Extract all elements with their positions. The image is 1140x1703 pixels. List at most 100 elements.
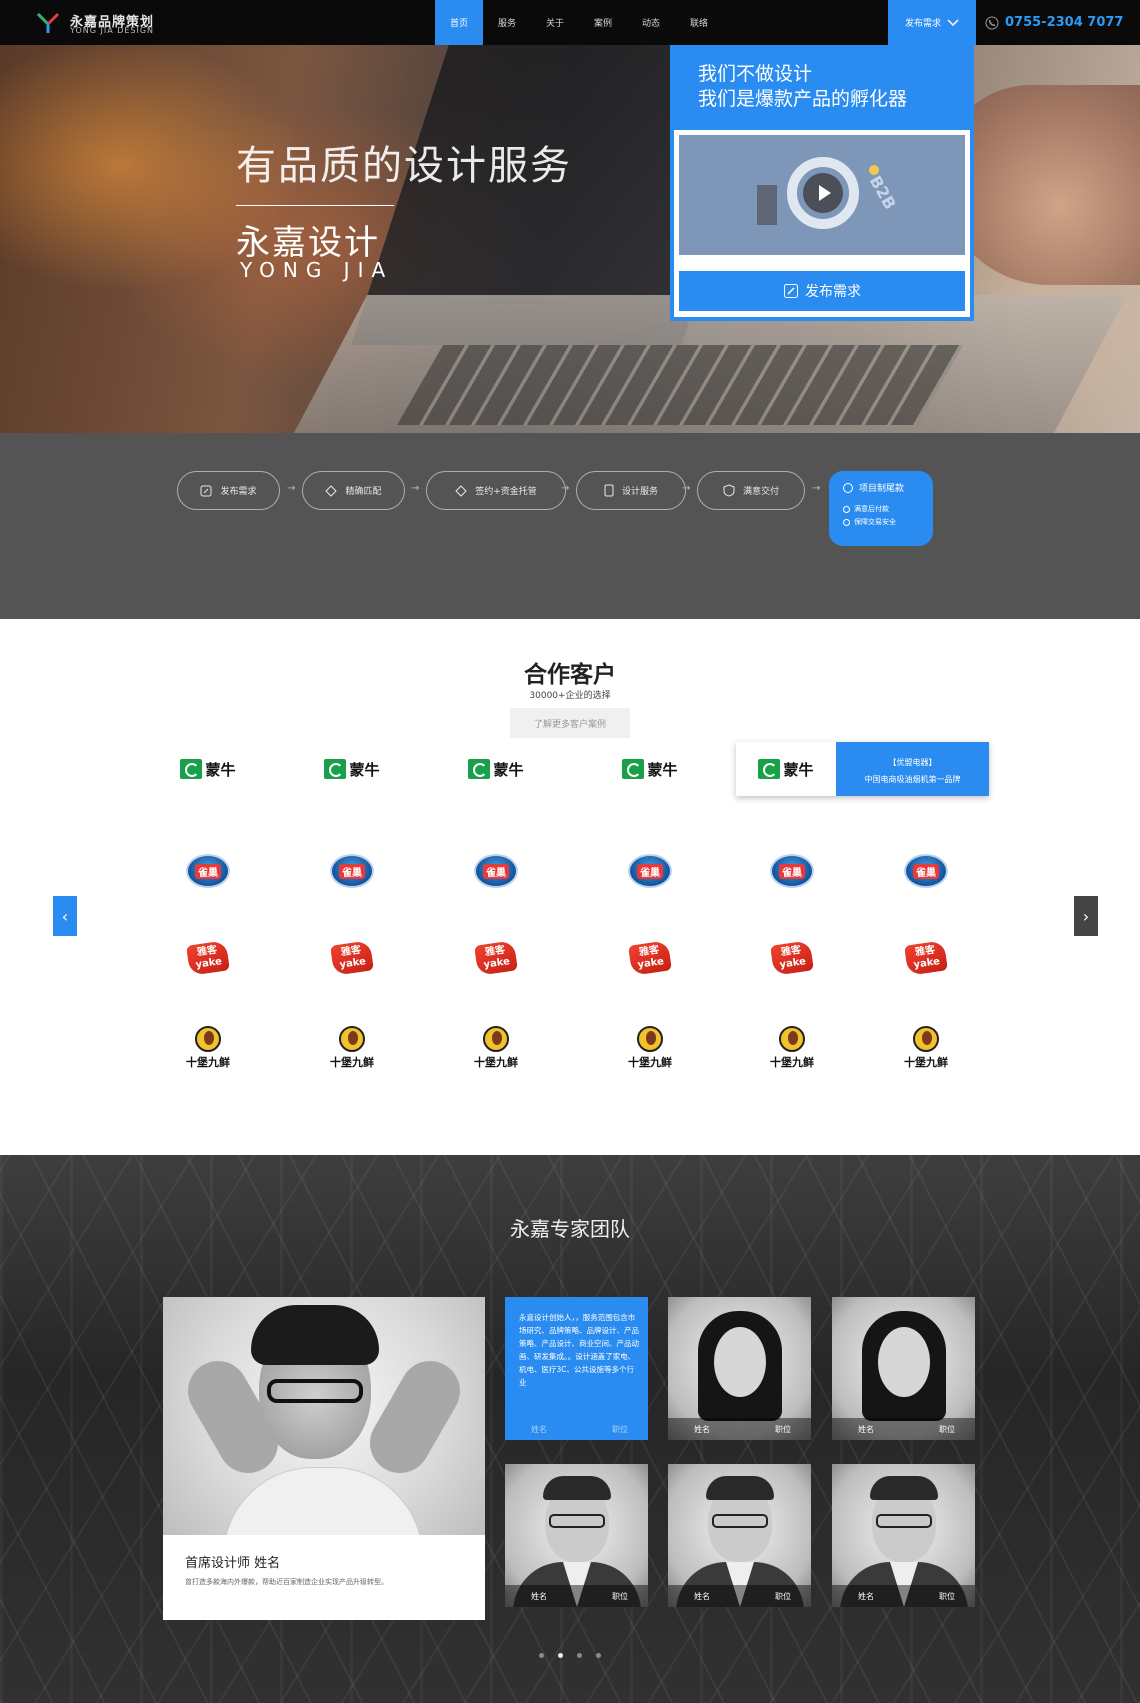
process-step-deliver[interactable]: 满意交付 xyxy=(697,471,805,510)
pagination-dot[interactable] xyxy=(577,1653,582,1658)
team-section: 永嘉专家团队 首席设计师 姓名 曾打造多款海内外爆款，帮助近百家制造企业实现产品… xyxy=(0,1155,1140,1703)
yake-text-latin: yake xyxy=(912,956,941,971)
arrow-right-icon: → xyxy=(682,483,691,494)
nav-item-services[interactable]: 服务 xyxy=(483,0,531,45)
pagination-dot[interactable] xyxy=(539,1653,544,1658)
photo-shape xyxy=(359,1350,471,1484)
sbj-logo[interactable]: 十堡九鲜 xyxy=(866,1023,986,1073)
sbj-logo[interactable]: 十堡九鲜 xyxy=(292,1023,412,1073)
clients-title: 合作客户 xyxy=(524,662,616,688)
nestle-logo[interactable]: 雀巢 xyxy=(590,846,710,896)
phone-contact[interactable]: 0755-2304 7077 xyxy=(982,0,1140,45)
photo-shape xyxy=(712,1514,768,1528)
yake-logo[interactable]: 雅客 yake xyxy=(148,933,268,983)
process-step-design[interactable]: 设计服务 xyxy=(576,471,686,510)
yake-badge: 雅客 yake xyxy=(186,940,230,976)
pagination-dot[interactable] xyxy=(558,1653,563,1658)
team-member-card[interactable]: 姓名 职位 xyxy=(832,1297,975,1440)
phone-icon xyxy=(604,484,614,497)
nestle-text: 雀巢 xyxy=(637,863,663,879)
yake-logo[interactable]: 雅客 yake xyxy=(732,933,852,983)
member-role: 职位 xyxy=(612,1591,628,1601)
process-step-publish[interactable]: 发布需求 xyxy=(177,471,280,510)
mengniu-logo[interactable]: 蒙牛 xyxy=(590,744,710,794)
sbj-text: 十堡九鲜 xyxy=(474,1056,518,1069)
photo-shape xyxy=(549,1514,605,1528)
nav-item-cases[interactable]: 案例 xyxy=(579,0,627,45)
nestle-logo[interactable]: 雀巢 xyxy=(732,846,852,896)
promo-line-2: 我们是爆款产品的孵化器 xyxy=(698,88,908,110)
mengniu-logo[interactable]: 蒙牛 xyxy=(436,744,556,794)
team-member-card[interactable]: 姓名 职位 xyxy=(832,1464,975,1607)
sbj-logo[interactable]: 十堡九鲜 xyxy=(436,1023,556,1073)
logo[interactable]: 永嘉品牌策划 YONG JIA DESIGN xyxy=(36,10,176,36)
nestle-logo[interactable]: 雀巢 xyxy=(148,846,268,896)
nav-item-contact[interactable]: 联络 xyxy=(675,0,723,45)
illustration-block xyxy=(757,185,777,225)
process-step-match[interactable]: 精确匹配 xyxy=(302,471,405,510)
nestle-badge: 雀巢 xyxy=(186,854,230,888)
yake-logo[interactable]: 雅客 yake xyxy=(866,933,986,983)
clients-prev-button[interactable]: ‹ xyxy=(53,896,77,936)
more-clients-button[interactable]: 了解更多客户案例 xyxy=(510,708,630,738)
team-member-card[interactable]: 永嘉设计创始人，，服务范围包含市场研究、品牌策略、品牌设计、产品策略、产品设计、… xyxy=(505,1297,648,1440)
yake-logo[interactable]: 雅客 yake xyxy=(292,933,412,983)
member-caption: 姓名 职位 xyxy=(505,1585,648,1607)
team-member-card[interactable]: 姓名 职位 xyxy=(668,1464,811,1607)
mascot-icon xyxy=(913,1026,939,1052)
client-hover-card[interactable]: 蒙牛 【优盟电器】 中国电商吸油烟机第一品牌 xyxy=(736,742,989,796)
pagination-dot[interactable] xyxy=(596,1653,601,1658)
nestle-text: 雀巢 xyxy=(913,863,939,879)
nav-item-home[interactable]: 首页 xyxy=(435,0,483,45)
member-name: 姓名 xyxy=(858,1591,874,1601)
final-step-item: 满意后付款 xyxy=(854,505,889,513)
play-icon[interactable] xyxy=(803,173,843,213)
publish-request-label: 发布需求 xyxy=(805,284,861,300)
photo-shape xyxy=(714,1327,766,1397)
video-box: B2B 发布需求 xyxy=(674,130,970,317)
nav-item-about[interactable]: 关于 xyxy=(531,0,579,45)
hero-brand: 永嘉设计 xyxy=(236,223,380,263)
yake-badge: 雅客 yake xyxy=(474,940,518,976)
nestle-logo[interactable]: 雀巢 xyxy=(866,846,986,896)
nestle-logo[interactable]: 雀巢 xyxy=(292,846,412,896)
yake-logo[interactable]: 雅客 yake xyxy=(436,933,556,983)
nestle-text: 雀巢 xyxy=(779,863,805,879)
shield-icon xyxy=(723,484,735,497)
chevron-left-icon: ‹ xyxy=(61,906,69,926)
publish-dropdown[interactable]: 发布需求 xyxy=(888,0,976,45)
mengniu-mark-icon xyxy=(324,759,347,779)
sbj-logo[interactable]: 十堡九鲜 xyxy=(732,1023,852,1073)
team-member-card[interactable]: 姓名 职位 xyxy=(505,1464,648,1607)
sbj-logo[interactable]: 十堡九鲜 xyxy=(590,1023,710,1073)
clients-next-button[interactable]: › xyxy=(1074,896,1098,936)
sbj-logo[interactable]: 十堡九鲜 xyxy=(148,1023,268,1073)
video-player[interactable]: B2B xyxy=(679,135,965,255)
nestle-logo[interactable]: 雀巢 xyxy=(436,846,556,896)
yake-text-latin: yake xyxy=(482,956,511,971)
member-role: 职位 xyxy=(939,1591,955,1601)
process-step-final-payment[interactable]: 项目制尾款 满意后付款 保障交易安全 xyxy=(829,471,933,546)
lead-designer-card[interactable]: 首席设计师 姓名 曾打造多款海内外爆款，帮助近百家制造企业实现产品升级转型。 xyxy=(163,1297,485,1620)
yake-text-latin: yake xyxy=(778,956,807,971)
mengniu-logo[interactable]: 蒙牛 xyxy=(292,744,412,794)
client-hover-desc: 中国电商吸油烟机第一品牌 xyxy=(864,775,961,784)
publish-request-button[interactable]: 发布需求 xyxy=(679,271,965,311)
mengniu-logo[interactable]: 蒙牛 xyxy=(148,744,268,794)
team-member-card[interactable]: 姓名 职位 xyxy=(668,1297,811,1440)
nestle-badge: 雀巢 xyxy=(474,854,518,888)
hero-title: 有品质的设计服务 xyxy=(236,143,572,189)
process-step-contract[interactable]: 签约+资金托管 xyxy=(426,471,566,510)
member-caption: 姓名 职位 xyxy=(832,1585,975,1607)
lead-designer-photo xyxy=(163,1297,485,1535)
photo-shape xyxy=(543,1476,611,1500)
yake-logo[interactable]: 雅客 yake xyxy=(590,933,710,983)
sbj-text: 十堡九鲜 xyxy=(628,1056,672,1069)
nav-item-news[interactable]: 动态 xyxy=(627,0,675,45)
team-title: 永嘉专家团队 xyxy=(510,1217,630,1241)
yake-badge: 雅客 yake xyxy=(904,940,948,976)
keyboard-image xyxy=(396,345,964,425)
process-step-label: 发布需求 xyxy=(220,487,257,497)
member-name: 姓名 xyxy=(531,1424,547,1434)
member-name: 姓名 xyxy=(858,1424,874,1434)
